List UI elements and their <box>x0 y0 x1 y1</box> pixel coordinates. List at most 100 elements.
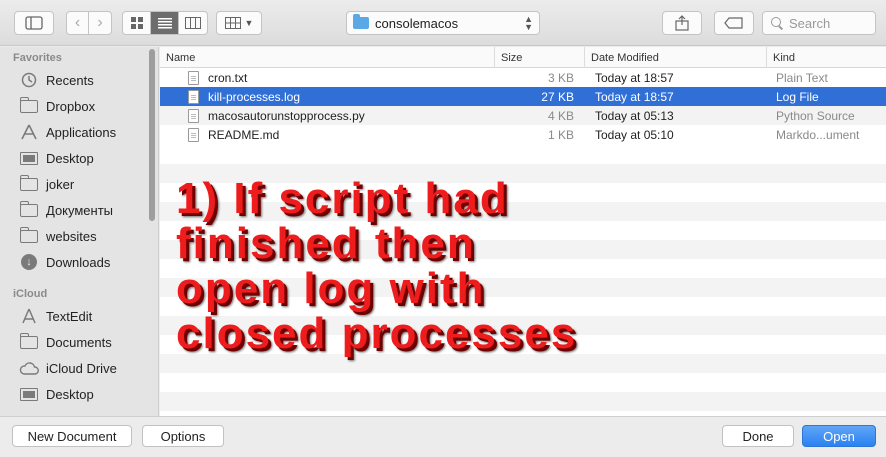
file-name: kill-processes.log <box>208 89 301 104</box>
forward-button[interactable]: › <box>89 12 111 34</box>
log-file-icon <box>188 89 199 104</box>
sidebar-item-icloud-documents[interactable]: Documents <box>19 331 112 353</box>
tags-button[interactable] <box>714 11 754 35</box>
done-button[interactable]: Done <box>722 425 794 447</box>
toolbar: ‹ › ▼ consolemacos ▲ ▼ Search <box>0 0 886 46</box>
column-header-label: Name <box>166 51 196 64</box>
table-row[interactable]: README.md 1 KB Today at 05:10 Markdo...u… <box>160 125 886 144</box>
back-button[interactable]: ‹ <box>67 12 89 34</box>
bottom-bar: New Document Options Done Open <box>0 416 886 457</box>
sidebar-item-downloads[interactable]: ↓ Downloads <box>19 251 110 273</box>
file-kind: Python Source <box>776 108 855 123</box>
file-date: Today at 05:13 <box>595 108 674 123</box>
applications-icon <box>19 124 39 140</box>
table-row[interactable]: cron.txt 3 KB Today at 18:57 Plain Text <box>160 68 886 87</box>
sidebar-item-label: iCloud Drive <box>46 360 117 376</box>
list-icon <box>157 18 172 29</box>
file-name: cron.txt <box>208 70 248 85</box>
columns-icon <box>185 17 201 29</box>
column-header-label: Kind <box>773 51 796 64</box>
downloads-icon: ↓ <box>19 254 39 270</box>
folder-icon <box>353 14 369 29</box>
sidebar-icon <box>25 16 43 30</box>
file-name: README.md <box>208 127 280 142</box>
sidebar-item-icloud-desktop[interactable]: Desktop <box>19 383 94 405</box>
column-header-name[interactable]: Name <box>160 47 494 68</box>
folder-icon <box>19 332 39 350</box>
sidebar-item-label: joker <box>46 176 75 192</box>
sidebar-item-applications[interactable]: Applications <box>19 121 116 143</box>
file-size: 1 KB <box>547 127 574 142</box>
folder-icon <box>19 174 39 192</box>
python-file-icon <box>188 108 199 123</box>
open-button[interactable]: Open <box>802 425 876 447</box>
list-header: Name Size Date Modified Kind <box>160 47 886 68</box>
file-date: Today at 05:10 <box>595 127 674 142</box>
view-mode-control <box>122 11 208 35</box>
desktop-icon <box>19 386 39 402</box>
column-header-label: Size <box>501 51 523 64</box>
sidebar-item-recents[interactable]: Recents <box>19 69 94 91</box>
file-date: Today at 18:57 <box>595 89 674 104</box>
icloud-heading: iCloud <box>13 288 48 300</box>
file-size: 3 KB <box>547 70 574 85</box>
sidebar-item-textedit[interactable]: TextEdit <box>19 305 92 327</box>
back-forward-control: ‹ › <box>66 11 112 35</box>
sidebar-item-documents-ru[interactable]: Документы <box>19 199 113 221</box>
file-name: macosautorunstopprocess.py <box>208 108 365 123</box>
search-placeholder: Search <box>789 15 831 31</box>
sidebar-item-label: TextEdit <box>46 308 93 324</box>
file-kind: Markdo...ument <box>776 127 860 142</box>
list-view-button[interactable] <box>151 12 179 34</box>
file-size: 4 KB <box>547 108 574 123</box>
share-button[interactable] <box>662 11 702 35</box>
sidebar-item-dropbox[interactable]: Dropbox <box>19 95 95 117</box>
sidebar-item-desktop[interactable]: Desktop <box>19 147 94 169</box>
markdown-file-icon <box>188 127 199 142</box>
chevron-down-icon: ▼ <box>244 18 254 28</box>
search-icon <box>771 17 783 29</box>
path-popup[interactable]: consolemacos ▲ ▼ <box>346 11 540 35</box>
share-icon <box>675 15 689 31</box>
path-folder-label: consolemacos <box>375 15 459 31</box>
search-field[interactable]: Search <box>762 11 876 35</box>
sidebar-toggle-button[interactable] <box>14 11 54 35</box>
cloud-icon <box>19 360 39 376</box>
sidebar-item-icloud-drive[interactable]: iCloud Drive <box>19 357 117 379</box>
open-dialog-window: ‹ › ▼ consolemacos ▲ ▼ Search Favorites … <box>0 0 886 457</box>
sidebar-item-label: Desktop <box>46 150 94 166</box>
textedit-icon <box>19 308 39 324</box>
sidebar-scrollbar[interactable] <box>149 49 155 221</box>
sidebar-item-label: Downloads <box>46 254 111 270</box>
recents-icon <box>19 72 39 88</box>
options-button[interactable]: Options <box>142 425 224 447</box>
chevron-right-icon: › <box>97 14 103 31</box>
sidebar-item-label: websites <box>46 228 97 244</box>
column-view-button[interactable] <box>179 12 207 34</box>
sidebar-item-label: Dropbox <box>46 98 96 114</box>
annotation-overlay-text: 1) If script had finished then open log … <box>176 174 578 358</box>
desktop-icon <box>19 150 39 166</box>
icon-grid-icon <box>130 17 143 29</box>
favorites-heading: Favorites <box>13 52 62 64</box>
column-header-size[interactable]: Size <box>494 47 584 68</box>
icon-view-button[interactable] <box>123 12 151 34</box>
sidebar-item-websites[interactable]: websites <box>19 225 97 247</box>
column-header-date[interactable]: Date Modified <box>584 47 766 68</box>
file-size: 27 KB <box>541 89 574 104</box>
file-kind: Log File <box>776 89 819 104</box>
file-kind: Plain Text <box>776 70 828 85</box>
new-document-button[interactable]: New Document <box>12 425 132 447</box>
folder-icon <box>19 226 39 244</box>
column-header-kind[interactable]: Kind <box>766 47 886 68</box>
sidebar-item-label: Recents <box>46 72 94 88</box>
table-row-selected[interactable]: kill-processes.log 27 KB Today at 18:57 … <box>160 87 886 106</box>
arrange-button[interactable]: ▼ <box>216 11 262 35</box>
chevron-left-icon: ‹ <box>74 14 81 31</box>
file-date: Today at 18:57 <box>595 70 674 85</box>
sidebar-item-label: Документы <box>46 202 114 218</box>
table-row[interactable]: macosautorunstopprocess.py 4 KB Today at… <box>160 106 886 125</box>
tag-icon <box>724 17 743 29</box>
sidebar-item-joker[interactable]: joker <box>19 173 74 195</box>
sidebar-item-label: Applications <box>46 124 117 140</box>
